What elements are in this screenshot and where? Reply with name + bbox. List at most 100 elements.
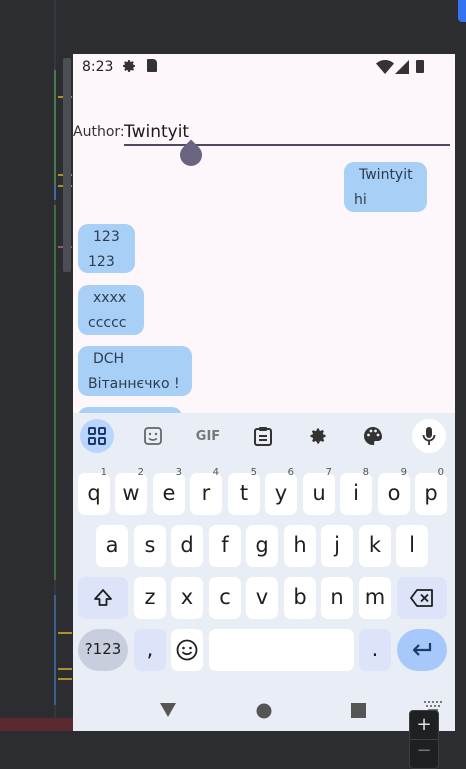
author-label: Author: [73, 124, 125, 140]
key-label: t [239, 481, 249, 505]
key-z[interactable]: z [134, 577, 166, 619]
key-hint: 8 [362, 467, 369, 478]
key-i[interactable]: i8 [340, 467, 372, 515]
key-hint: 1 [100, 467, 107, 478]
enter-key[interactable] [397, 629, 447, 671]
ide-bottom-bar [0, 731, 466, 767]
key-r[interactable]: r4 [190, 467, 222, 515]
key-label: r [201, 481, 211, 505]
key-hint: 7 [325, 467, 332, 478]
home-icon[interactable] [256, 703, 272, 719]
editor-gutter [0, 0, 73, 767]
soft-keyboard: GIF q1 w2 e3 r4 t5 y6 u7 i8 o9 p0 a s d … [73, 413, 455, 731]
key-hint: 3 [175, 467, 182, 478]
back-icon[interactable] [160, 703, 176, 717]
key-y[interactable]: y6 [265, 467, 297, 515]
zoom-out-button[interactable]: − [410, 739, 438, 768]
key-a[interactable]: a [96, 525, 128, 567]
key-f[interactable]: f [209, 525, 241, 567]
period-key[interactable]: . [359, 629, 391, 671]
key-m[interactable]: m [359, 577, 391, 619]
key-hint: 5 [250, 467, 257, 478]
emulator-screen[interactable]: 8:23 Author: Twintyit hi 123 123 xxxx cc… [73, 54, 455, 731]
message-author: 123 [93, 229, 120, 245]
symbols-key[interactable]: ?123 [78, 629, 128, 671]
battery-icon [416, 60, 424, 73]
key-h[interactable]: h [284, 525, 316, 567]
comma-key[interactable]: , [134, 629, 166, 671]
message-text: 123 [88, 254, 115, 270]
microphone-icon[interactable] [412, 419, 446, 453]
apps-icon[interactable] [80, 419, 114, 453]
navigation-bar [73, 690, 455, 731]
signal-icon [395, 60, 409, 78]
author-input[interactable] [124, 120, 450, 146]
gif-icon[interactable]: GIF [191, 419, 225, 453]
key-n[interactable]: n [321, 577, 353, 619]
key-u[interactable]: u7 [303, 467, 335, 515]
key-p[interactable]: p0 [415, 467, 447, 515]
warning-marker [58, 678, 72, 680]
message-bubble: Twintyit hi [344, 162, 427, 212]
palette-icon[interactable] [356, 419, 390, 453]
key-l[interactable]: l [396, 525, 428, 567]
settings-icon[interactable] [301, 419, 335, 453]
key-label: i [353, 481, 359, 505]
key-d[interactable]: d [171, 525, 203, 567]
key-c[interactable]: c [209, 577, 241, 619]
key-b[interactable]: b [284, 577, 316, 619]
clipboard-icon[interactable] [246, 419, 280, 453]
key-x[interactable]: x [171, 577, 203, 619]
change-marker [54, 595, 56, 705]
key-label: q [87, 481, 101, 505]
key-hint: 9 [400, 467, 407, 478]
message-bubble: xxxx ccccc [78, 285, 144, 335]
emoji-key[interactable] [171, 629, 203, 671]
sd-card-icon [147, 59, 157, 72]
warning-marker [58, 668, 72, 670]
key-v[interactable]: v [246, 577, 278, 619]
zoom-in-button[interactable]: + [410, 711, 438, 739]
status-bar: 8:23 [73, 54, 455, 80]
change-marker [54, 185, 56, 199]
ide-accent-tab[interactable] [458, 0, 466, 22]
backspace-key[interactable] [397, 577, 447, 619]
key-label: y [274, 481, 288, 505]
key-label: w [122, 481, 140, 505]
key-j[interactable]: j [321, 525, 353, 567]
key-k[interactable]: k [359, 525, 391, 567]
key-label: u [312, 481, 326, 505]
key-t[interactable]: t5 [228, 467, 260, 515]
key-label: e [162, 481, 176, 505]
message-bubble: 123 123 [78, 224, 135, 273]
change-marker [54, 205, 56, 580]
enter-icon [412, 643, 432, 656]
recents-icon[interactable] [351, 703, 366, 718]
space-key[interactable] [209, 629, 354, 671]
key-w[interactable]: w2 [115, 467, 147, 515]
key-label: o [387, 481, 401, 505]
shift-icon [94, 589, 112, 606]
key-hint: 4 [212, 467, 219, 478]
backspace-icon [410, 589, 433, 607]
key-g[interactable]: g [246, 525, 278, 567]
ide-toolbar-area [73, 0, 466, 54]
sticker-icon[interactable] [136, 419, 170, 453]
key-hint: 0 [437, 467, 444, 478]
key-hint: 2 [137, 467, 144, 478]
key-label: p [424, 481, 438, 505]
settings-notification-icon [121, 58, 137, 78]
message-text: hi [354, 192, 367, 208]
message-text: ccccc [88, 315, 127, 331]
author-row: Author: [73, 120, 455, 150]
key-o[interactable]: o9 [378, 467, 410, 515]
message-text: Вітаннєчко ! [88, 376, 180, 392]
key-e[interactable]: e3 [153, 467, 185, 515]
key-q[interactable]: q1 [78, 467, 110, 515]
zoom-controls: + − [409, 710, 439, 769]
shift-key[interactable] [78, 577, 128, 619]
message-author: Twintyit [359, 167, 413, 183]
key-hint: 6 [287, 467, 294, 478]
key-s[interactable]: s [134, 525, 166, 567]
editor-scrollbar[interactable] [63, 58, 71, 272]
